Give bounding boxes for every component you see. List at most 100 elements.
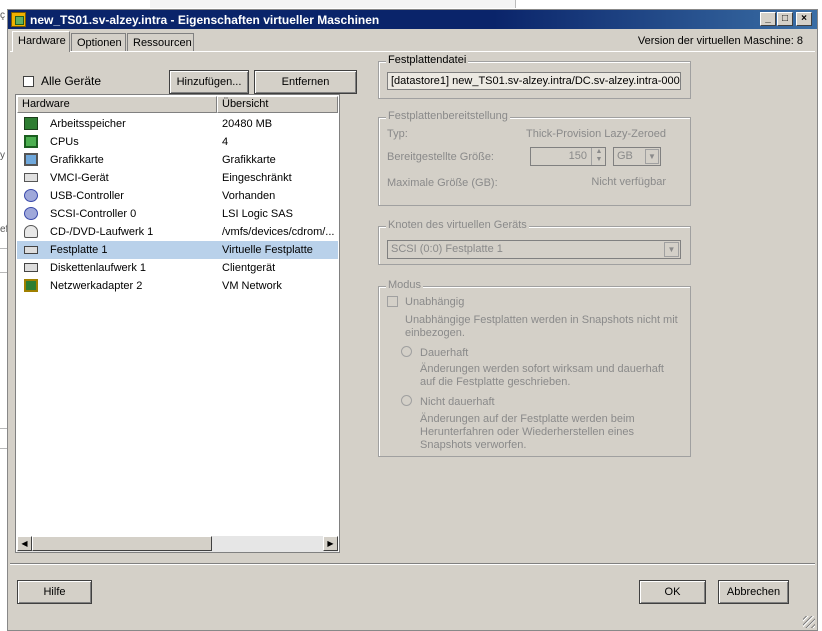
- size-unit-select[interactable]: GB ▼: [613, 147, 661, 166]
- remove-button[interactable]: Entfernen: [254, 70, 357, 94]
- tab-options[interactable]: Optionen: [71, 33, 126, 51]
- hardware-summary: Clientgerät: [222, 262, 276, 274]
- all-devices-label: Alle Geräte: [41, 74, 102, 88]
- column-header-summary[interactable]: Übersicht: [217, 96, 338, 113]
- size-unit-value: GB: [617, 150, 633, 162]
- nonpersistent-radio[interactable]: [401, 395, 412, 406]
- independent-label: Unabhängig: [405, 296, 465, 308]
- hardware-summary: VM Network: [222, 280, 282, 292]
- hardware-row-harddisk[interactable]: Festplatte 1 Virtuelle Festplatte: [17, 241, 338, 259]
- hardware-name: Festplatte 1: [50, 244, 108, 256]
- background-text: y: [0, 150, 5, 161]
- window-title: new_TS01.sv-alzey.intra - Eigenschaften …: [30, 13, 380, 27]
- independent-checkbox[interactable]: [387, 296, 398, 307]
- scrollbar-thumb[interactable]: [32, 536, 212, 551]
- device-node-title: Knoten des virtuellen Geräts: [386, 219, 529, 231]
- background-text: ç: [0, 10, 5, 21]
- hardware-summary: /vmfs/devices/cdrom/...: [222, 226, 335, 238]
- network-icon: [24, 279, 38, 292]
- hardware-row-vmci[interactable]: VMCI-Gerät Eingeschränkt: [17, 169, 338, 187]
- usb-icon: [24, 189, 38, 202]
- provisioning-type-label: Typ:: [387, 128, 408, 140]
- independent-description: Unabhängige Festplatten werden in Snapsh…: [405, 314, 678, 339]
- mode-group: Modus Unabhängig Unabhängige Festplatten…: [378, 279, 691, 457]
- close-button[interactable]: ×: [796, 12, 812, 26]
- hardware-row-display[interactable]: Grafikkarte Grafikkarte: [17, 151, 338, 169]
- provisioning-type-value: Thick-Provision Lazy-Zeroed: [526, 128, 666, 140]
- disk-file-field[interactable]: [datastore1] new_TS01.sv-alzey.intra/DC.…: [387, 72, 681, 90]
- horizontal-scrollbar[interactable]: ◀ ▶: [17, 536, 338, 552]
- hardware-row-scsi[interactable]: SCSI-Controller 0 LSI Logic SAS: [17, 205, 338, 223]
- size-spinner-icon[interactable]: ▲ ▼: [591, 148, 606, 165]
- provisioning-group: Festplattenbereitstellung Typ: Thick-Pro…: [378, 110, 691, 206]
- resize-grip-icon[interactable]: [803, 616, 815, 628]
- hardware-row-cd-dvd[interactable]: CD-/DVD-Laufwerk 1 /vmfs/devices/cdrom/.…: [17, 223, 338, 241]
- add-button[interactable]: Hinzufügen...: [169, 70, 249, 94]
- cancel-button[interactable]: Abbrechen: [718, 580, 789, 604]
- display-icon: [24, 153, 38, 166]
- hardware-name: SCSI-Controller 0: [50, 208, 137, 220]
- hardware-row-memory[interactable]: Arbeitsspeicher 20480 MB: [17, 115, 338, 133]
- device-node-select[interactable]: SCSI (0:0) Festplatte 1 ▼: [387, 240, 681, 259]
- disk-file-group: Festplattendatei [datastore1] new_TS01.s…: [378, 54, 691, 99]
- hardware-list: Hardware Übersicht Arbeitsspeicher 20480…: [15, 94, 340, 553]
- column-header-hardware[interactable]: Hardware: [17, 96, 217, 113]
- hardware-name: CPUs: [50, 136, 79, 148]
- hardware-summary: Virtuelle Festplatte: [222, 244, 313, 256]
- memory-icon: [24, 117, 38, 130]
- max-size-label: Maximale Größe (GB):: [387, 177, 498, 189]
- mode-title: Modus: [386, 279, 424, 291]
- vmci-icon: [24, 173, 38, 182]
- title-bar[interactable]: new_TS01.sv-alzey.intra - Eigenschaften …: [8, 10, 817, 29]
- chevron-down-icon: ▼: [664, 242, 679, 257]
- nonpersistent-description: Änderungen auf der Festplatte werden bei…: [420, 413, 635, 451]
- tab-hardware[interactable]: Hardware: [12, 31, 70, 52]
- vm-icon: [11, 12, 26, 27]
- hardware-name: Diskettenlaufwerk 1: [50, 262, 146, 274]
- hardware-summary: LSI Logic SAS: [222, 208, 293, 220]
- hardware-row-usb[interactable]: USB-Controller Vorhanden: [17, 187, 338, 205]
- hardware-name: Grafikkarte: [50, 154, 104, 166]
- device-node-value: SCSI (0:0) Festplatte 1: [391, 243, 503, 255]
- persistent-description: Änderungen werden sofort wirksam und dau…: [420, 363, 664, 388]
- hardware-name: Arbeitsspeicher: [50, 118, 126, 130]
- nonpersistent-label: Nicht dauerhaft: [420, 396, 495, 408]
- scroll-right-icon[interactable]: ▶: [323, 536, 338, 551]
- cpu-icon: [24, 135, 38, 148]
- chevron-down-icon: ▼: [645, 149, 659, 164]
- maximize-button[interactable]: □: [777, 12, 793, 26]
- vm-version-label: Version der virtuellen Maschine: 8: [637, 35, 803, 47]
- cd-dvd-icon: [24, 225, 38, 238]
- vm-properties-window: new_TS01.sv-alzey.intra - Eigenschaften …: [7, 9, 818, 631]
- ok-button[interactable]: OK: [639, 580, 706, 604]
- floppy-icon: [24, 263, 38, 272]
- hardware-summary: Vorhanden: [222, 190, 276, 202]
- disk-file-title: Festplattendatei: [386, 54, 469, 66]
- hardware-summary: 4: [222, 136, 229, 148]
- scroll-left-icon[interactable]: ◀: [17, 536, 32, 551]
- hardware-row-floppy[interactable]: Diskettenlaufwerk 1 Clientgerät: [17, 259, 338, 277]
- all-devices-checkbox[interactable]: [23, 76, 34, 87]
- hardware-row-network[interactable]: Netzwerkadapter 2 VM Network: [17, 277, 338, 295]
- hardware-summary: 20480 MB: [222, 118, 273, 130]
- hardware-row-cpus[interactable]: CPUs 4: [17, 133, 338, 151]
- footer-separator: [10, 563, 815, 565]
- hardware-name: VMCI-Gerät: [50, 172, 109, 184]
- hardware-name: Netzwerkadapter 2: [50, 280, 143, 292]
- hardware-tab-panel: Alle Geräte Hinzufügen... Entfernen Hard…: [10, 51, 815, 562]
- persistent-label: Dauerhaft: [420, 347, 469, 359]
- persistent-radio[interactable]: [401, 346, 412, 357]
- help-button[interactable]: Hilfe: [17, 580, 92, 604]
- hardware-summary: Grafikkarte: [222, 154, 276, 166]
- provisioned-size-label: Bereitgestellte Größe:: [387, 151, 494, 163]
- provisioning-title: Festplattenbereitstellung: [386, 110, 510, 122]
- device-node-group: Knoten des virtuellen Geräts SCSI (0:0) …: [378, 219, 691, 265]
- minimize-button[interactable]: _: [760, 12, 776, 26]
- harddisk-icon: [24, 246, 38, 254]
- background-toolbar: [150, 0, 516, 8]
- hardware-name: USB-Controller: [50, 190, 124, 202]
- max-size-value: Nicht verfügbar: [591, 176, 666, 188]
- scsi-icon: [24, 207, 38, 220]
- tab-resources[interactable]: Ressourcen: [127, 33, 194, 51]
- hardware-summary: Eingeschränkt: [222, 172, 292, 184]
